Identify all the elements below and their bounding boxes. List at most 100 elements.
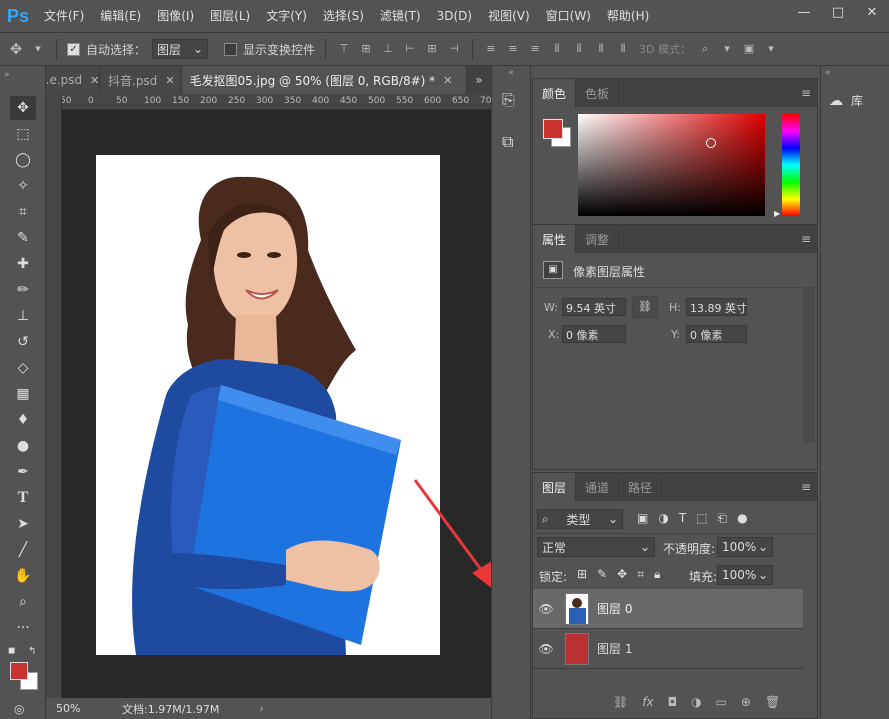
eye-icon[interactable]: 👁︎ — [533, 602, 559, 616]
move-icon[interactable]: ✥ — [8, 41, 24, 57]
close-icon[interactable]: ✕ — [90, 74, 99, 87]
chevron-down-icon[interactable]: ▾ — [30, 41, 46, 57]
hand-tool-icon[interactable]: ✋ — [10, 564, 36, 588]
menu-view[interactable]: 视图(V) — [480, 0, 538, 32]
distribute-left-icon[interactable]: ⦀ — [549, 41, 565, 57]
zoom-level[interactable]: 50% — [46, 702, 92, 715]
folder-icon[interactable]: ▭ — [716, 695, 727, 709]
zoom-tool-icon[interactable]: ⌕ — [10, 590, 36, 614]
clone-stamp-icon[interactable]: ⊥ — [10, 304, 36, 328]
distribute-bottom-icon[interactable]: ≡ — [527, 41, 543, 57]
shape-filter-icon[interactable]: ⬚ — [696, 511, 707, 526]
more-tools-icon[interactable]: ··· — [10, 616, 36, 640]
transform-controls-checkbox[interactable] — [224, 42, 238, 56]
lock-transparency-icon[interactable]: ⊞ — [577, 567, 587, 582]
expand-icon[interactable]: « — [825, 68, 831, 78]
orbit-3d-icon[interactable]: ⌕ — [697, 41, 713, 57]
layer-filter-dropdown[interactable]: ⌕ 类型 ⌄ — [537, 509, 623, 529]
auto-select-checkbox[interactable]: ✓ — [67, 42, 80, 56]
menu-filter[interactable]: 滤镜(T) — [372, 0, 429, 32]
document-image[interactable] — [96, 155, 440, 655]
menu-select[interactable]: 选择(S) — [315, 0, 372, 32]
align-bottom-icon[interactable]: ⊥ — [380, 41, 396, 57]
tab-swatches[interactable]: 色板 — [576, 79, 620, 107]
distribute-top-icon[interactable]: ≡ — [483, 41, 499, 57]
layer-row-0[interactable]: 👁︎ 图层 0 — [533, 589, 803, 629]
tab-layers[interactable]: 图层 — [533, 473, 577, 501]
adjustment-icon[interactable]: ◑ — [691, 695, 701, 709]
lock-all-icon[interactable]: 🔒︎ — [654, 567, 660, 582]
trash-icon[interactable]: 🗑︎ — [765, 695, 780, 709]
tab-paths[interactable]: 路径 — [619, 473, 663, 501]
pixel-filter-icon[interactable]: ▣ — [637, 511, 648, 526]
status-arrow-icon[interactable]: › — [259, 702, 263, 715]
library-button[interactable]: ☁ 库 — [829, 92, 863, 109]
tab-doc-1[interactable]: ...e.psd ✕ — [46, 66, 100, 94]
menu-type[interactable]: 文字(Y) — [258, 0, 315, 32]
close-button[interactable]: ✕ — [855, 0, 889, 24]
adjustment-filter-icon[interactable]: ◑ — [658, 511, 668, 526]
menu-file[interactable]: 文件(F) — [36, 0, 92, 32]
panel-menu-icon[interactable]: ≡ — [801, 480, 811, 494]
lock-pixels-icon[interactable]: ✎ — [597, 567, 607, 582]
panel-menu-icon[interactable]: ≡ — [801, 232, 811, 246]
distribute-right-icon[interactable]: ⦀ — [593, 41, 609, 57]
width-field[interactable]: 9.54 英寸 — [562, 298, 626, 316]
hue-pointer-icon[interactable]: ▶ — [774, 209, 780, 218]
align-left-icon[interactable]: ⊢ — [402, 41, 418, 57]
lasso-tool-icon[interactable]: ◯ — [10, 148, 36, 172]
filter-toggle-icon[interactable]: ● — [737, 511, 747, 526]
distribute-vcenter-icon[interactable]: ≡ — [505, 41, 521, 57]
marquee-tool-icon[interactable]: ⬚ — [10, 122, 36, 146]
collapse-icon[interactable]: » — [4, 70, 10, 80]
type-tool-icon[interactable]: T — [10, 486, 36, 510]
menu-help[interactable]: 帮助(H) — [599, 0, 657, 32]
chevron-down-icon[interactable]: ▾ — [719, 41, 735, 57]
scrollbar[interactable] — [803, 287, 815, 443]
chevron-down-icon[interactable]: ▾ — [763, 41, 779, 57]
swap-colors-icon[interactable]: ↰ — [28, 646, 36, 657]
blur-tool-icon[interactable]: ♦ — [10, 408, 36, 432]
workspace-icon[interactable]: ▣ — [741, 41, 757, 57]
layer-comps-icon[interactable]: ⧉ — [502, 132, 513, 152]
magic-wand-icon[interactable]: ✧ — [10, 174, 36, 198]
x-field[interactable]: 0 像素 — [562, 325, 626, 343]
distribute-hcenter-icon[interactable]: ⦀ — [571, 41, 587, 57]
close-icon[interactable]: ✕ — [165, 74, 174, 87]
tab-doc-active[interactable]: 毛发抠图05.jpg @ 50% (图层 0, RGB/8#) * ✕ — [181, 66, 467, 94]
blend-mode-dropdown[interactable]: 正常 ⌄ — [537, 537, 655, 557]
auto-align-icon[interactable]: ⫴ — [615, 41, 631, 57]
color-picker-field[interactable] — [578, 114, 765, 216]
menu-3d[interactable]: 3D(D) — [429, 0, 480, 32]
default-colors-icon[interactable]: ◼ — [8, 646, 15, 656]
type-filter-icon[interactable]: T — [679, 511, 686, 526]
align-hcenter-icon[interactable]: ⊞ — [424, 41, 440, 57]
mask-icon[interactable]: ◘ — [668, 695, 678, 709]
new-layer-icon[interactable]: ⊕ — [741, 695, 751, 709]
move-tool-icon[interactable]: ✥ — [10, 96, 36, 120]
tab-doc-2[interactable]: 抖音.psd ✕ — [100, 66, 182, 94]
dodge-tool-icon[interactable]: ● — [10, 434, 36, 458]
tab-color[interactable]: 颜色 — [533, 79, 577, 107]
fx-icon[interactable]: fx — [642, 695, 653, 709]
panel-menu-icon[interactable]: ≡ — [801, 86, 811, 100]
layer-row-1[interactable]: 👁︎ 图层 1 — [533, 629, 803, 669]
gradient-tool-icon[interactable]: ▦ — [10, 382, 36, 406]
close-icon[interactable]: ✕ — [443, 74, 452, 87]
y-field[interactable]: 0 像素 — [686, 325, 747, 343]
tab-adjustments[interactable]: 调整 — [576, 225, 620, 253]
quick-mask-icon[interactable]: ◎ — [14, 702, 24, 716]
picker-cursor[interactable] — [706, 138, 716, 148]
link-icon[interactable]: ⛓ — [632, 296, 658, 318]
eraser-tool-icon[interactable]: ◇ — [10, 356, 36, 380]
menu-edit[interactable]: 编辑(E) — [92, 0, 149, 32]
height-field[interactable]: 13.89 英寸 — [686, 298, 747, 316]
hue-slider[interactable] — [782, 114, 800, 216]
pen-tool-icon[interactable]: ✒ — [10, 460, 36, 484]
tab-channels[interactable]: 通道 — [576, 473, 620, 501]
foreground-color-swatch[interactable] — [10, 662, 28, 680]
lock-position-icon[interactable]: ✥ — [617, 567, 627, 582]
line-tool-icon[interactable]: ╱ — [10, 538, 36, 562]
healing-brush-icon[interactable]: ✚ — [10, 252, 36, 276]
align-vcenter-icon[interactable]: ⊞ — [358, 41, 374, 57]
